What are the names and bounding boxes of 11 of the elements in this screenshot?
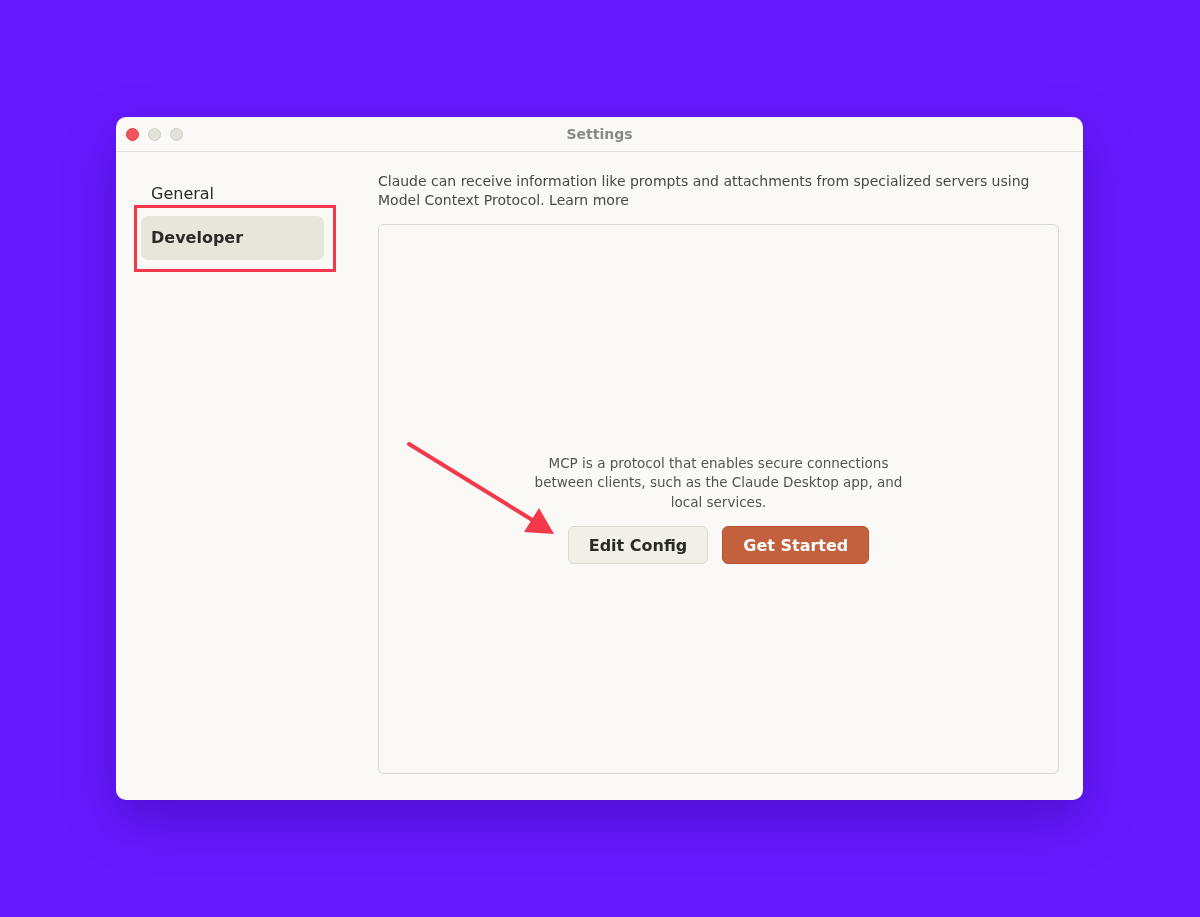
zoom-window-button[interactable] xyxy=(170,127,183,141)
get-started-button[interactable]: Get Started xyxy=(722,526,870,565)
sidebar-item[interactable]: General xyxy=(141,172,324,216)
sidebar-item[interactable]: Developer xyxy=(141,216,324,260)
empty-state-message: MCP is a protocol that enables secure connections between clients, such as the Claude Desktop app, and local services. xyxy=(533,453,904,512)
minimize-window-button[interactable] xyxy=(148,127,161,141)
close-window-button[interactable] xyxy=(126,127,139,141)
intro-text: Claude can receive information like prompts and attachments from specialized servers using Model Context Protocol. Learn more xyxy=(378,172,1031,210)
window-title: Settings xyxy=(566,126,633,142)
learn-more-link[interactable]: Learn more xyxy=(549,192,629,208)
edit-config-button[interactable]: Edit Config xyxy=(567,526,709,565)
